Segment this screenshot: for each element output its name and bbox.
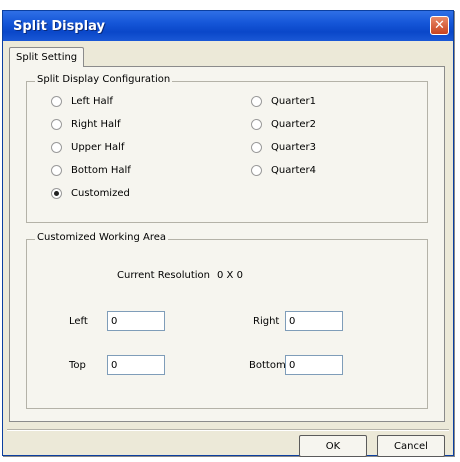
- resolution-label: Current Resolution: [117, 270, 210, 281]
- radio-button-selected[interactable]: [51, 187, 62, 199]
- radio-label: Left Half: [71, 95, 113, 107]
- radio-right-half[interactable]: Right Half: [51, 117, 120, 131]
- radio-quarter2[interactable]: Quarter2: [251, 117, 316, 131]
- close-button[interactable]: ✕: [430, 16, 449, 35]
- working-area-group: Customized Working Area Current Resoluti…: [26, 232, 428, 409]
- bottom-field[interactable]: [285, 355, 343, 375]
- radio-left-half[interactable]: Left Half: [51, 94, 113, 108]
- tab-label: Split Setting: [16, 52, 78, 63]
- top-label: Top: [69, 360, 86, 371]
- radio-button[interactable]: [251, 118, 262, 130]
- top-field[interactable]: [107, 355, 165, 375]
- ok-button[interactable]: OK: [299, 435, 367, 457]
- radio-label: Right Half: [71, 118, 121, 130]
- working-area-legend: Customized Working Area: [35, 232, 168, 243]
- radio-label: Bottom Half: [71, 164, 131, 176]
- radio-label: Quarter1: [271, 95, 316, 107]
- resolution-value: 0 X 0: [217, 270, 243, 281]
- radio-label: Quarter2: [271, 118, 316, 130]
- tab-panel: Split Display Configuration Left Half Ri…: [9, 66, 445, 422]
- bottom-label: Bottom: [249, 360, 286, 371]
- left-label: Left: [69, 316, 88, 327]
- right-field[interactable]: [285, 311, 343, 331]
- radio-label: Quarter3: [271, 141, 316, 153]
- split-config-group: Split Display Configuration Left Half Ri…: [26, 74, 428, 223]
- radio-label: Upper Half: [71, 141, 125, 153]
- title-bar[interactable]: Split Display ✕: [3, 11, 453, 41]
- radio-button[interactable]: [51, 164, 62, 176]
- radio-label: Quarter4: [271, 164, 316, 176]
- close-icon: ✕: [434, 18, 445, 33]
- right-label: Right: [253, 316, 280, 327]
- radio-button[interactable]: [51, 118, 62, 130]
- split-config-legend: Split Display Configuration: [35, 74, 173, 85]
- tab-split-setting[interactable]: Split Setting: [9, 47, 85, 67]
- radio-button[interactable]: [251, 164, 262, 176]
- radio-quarter1[interactable]: Quarter1: [251, 94, 316, 108]
- radio-button[interactable]: [51, 141, 62, 153]
- cancel-button[interactable]: Cancel: [377, 435, 445, 457]
- radio-customized[interactable]: Customized: [51, 186, 130, 200]
- left-field[interactable]: [107, 311, 165, 331]
- window-title: Split Display: [13, 19, 105, 34]
- radio-button[interactable]: [251, 141, 262, 153]
- radio-quarter3[interactable]: Quarter3: [251, 140, 316, 154]
- radio-label: Customized: [71, 187, 130, 199]
- footer-divider: [7, 429, 449, 431]
- radio-quarter4[interactable]: Quarter4: [251, 163, 316, 177]
- radio-button[interactable]: [251, 95, 262, 107]
- split-display-dialog: Split Display ✕ Split Setting Split Disp…: [2, 10, 454, 457]
- radio-bottom-half[interactable]: Bottom Half: [51, 163, 131, 177]
- radio-button[interactable]: [51, 95, 62, 107]
- radio-upper-half[interactable]: Upper Half: [51, 140, 124, 154]
